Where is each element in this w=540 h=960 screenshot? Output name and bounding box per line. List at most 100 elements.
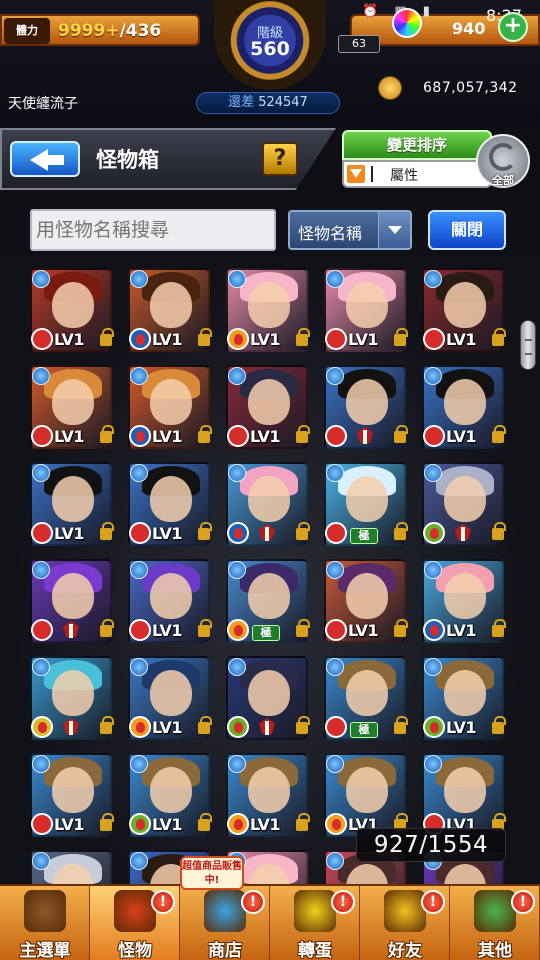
type-icon bbox=[129, 813, 151, 835]
back-arrow-tail bbox=[46, 155, 64, 165]
monster-card[interactable]: 極 bbox=[226, 559, 310, 643]
monster-card[interactable]: LV1 bbox=[226, 268, 310, 352]
monster-card[interactable]: 極 bbox=[324, 656, 408, 740]
level-label: LV1 bbox=[250, 330, 281, 349]
search-type-select[interactable]: 怪物名稱 bbox=[288, 210, 412, 250]
lock-icon bbox=[100, 522, 114, 540]
monster-card[interactable]: LV1 bbox=[128, 753, 212, 837]
level-label: LV1 bbox=[152, 621, 183, 640]
lock-icon bbox=[198, 425, 212, 443]
monster-card[interactable]: LV1 bbox=[324, 268, 408, 352]
nav-label: 主選單 bbox=[19, 941, 71, 960]
chevron-down-icon[interactable] bbox=[378, 212, 410, 248]
monster-card[interactable] bbox=[422, 462, 506, 546]
monster-card[interactable]: LV1 bbox=[422, 656, 506, 740]
type-icon bbox=[325, 813, 347, 835]
portrait-face bbox=[444, 670, 486, 716]
element-icon bbox=[424, 658, 442, 676]
spire-icon bbox=[60, 718, 82, 740]
monster-card[interactable]: LV1 bbox=[30, 462, 114, 546]
player-name: 天使纏流子 bbox=[8, 96, 78, 112]
help-button[interactable]: ? bbox=[262, 142, 298, 176]
monster-card[interactable]: LV1 bbox=[128, 365, 212, 449]
element-icon bbox=[326, 852, 344, 870]
alert-badge-icon: ! bbox=[241, 890, 265, 914]
portrait-face bbox=[444, 476, 486, 522]
nav-item-gacha-egg[interactable]: 轉蛋! bbox=[270, 886, 360, 960]
nav-item-monster[interactable]: 怪物! bbox=[90, 886, 180, 960]
nav-label: 好友 bbox=[388, 941, 422, 960]
lock-icon bbox=[100, 813, 114, 831]
element-icon bbox=[130, 658, 148, 676]
nav-item-main-menu[interactable]: 主選單 bbox=[0, 886, 90, 960]
monster-card[interactable]: LV1 bbox=[128, 656, 212, 740]
monster-card[interactable]: LV1 bbox=[128, 462, 212, 546]
stamina-bar: 體力 9999+/436 bbox=[0, 14, 200, 46]
portrait-face bbox=[346, 379, 388, 425]
refresh-icon bbox=[489, 143, 517, 171]
portrait-face bbox=[150, 767, 192, 813]
gold-coin-icon bbox=[378, 76, 402, 100]
sale-badge: 超值商品販售中! bbox=[180, 856, 244, 890]
monster-card[interactable]: LV1 bbox=[128, 559, 212, 643]
monster-card[interactable]: LV1 bbox=[324, 753, 408, 837]
lock-icon bbox=[492, 328, 506, 346]
search-input[interactable] bbox=[30, 209, 276, 251]
orb-icon bbox=[392, 8, 422, 38]
alert-badge-icon: ! bbox=[151, 890, 175, 914]
element-icon bbox=[32, 270, 50, 288]
monster-card[interactable] bbox=[226, 462, 310, 546]
portrait-face bbox=[346, 282, 388, 328]
nav-item-friends[interactable]: 好友! bbox=[360, 886, 450, 960]
monster-card[interactable]: LV1 bbox=[226, 365, 310, 449]
monster-card[interactable]: LV1 bbox=[226, 753, 310, 837]
add-orb-button[interactable]: + bbox=[498, 12, 528, 42]
nav-item-shop[interactable]: 商店! bbox=[180, 886, 270, 960]
element-icon bbox=[130, 464, 148, 482]
lock-icon bbox=[100, 425, 114, 443]
monster-card[interactable] bbox=[226, 656, 310, 740]
portrait-face bbox=[346, 767, 388, 813]
monster-card[interactable]: 極 bbox=[324, 462, 408, 546]
level-label: LV1 bbox=[54, 427, 85, 446]
level-label: LV1 bbox=[446, 330, 477, 349]
monster-card[interactable]: LV1 bbox=[422, 753, 506, 837]
nav-label: 商店 bbox=[208, 941, 242, 960]
close-button[interactable]: 關閉 bbox=[428, 210, 506, 250]
other-icon bbox=[474, 890, 516, 932]
monster-card[interactable] bbox=[30, 656, 114, 740]
monster-card[interactable] bbox=[324, 365, 408, 449]
monster-card[interactable]: LV1 bbox=[128, 268, 212, 352]
portrait-face bbox=[52, 670, 94, 716]
all-toggle-button[interactable]: 全部 bbox=[476, 134, 530, 188]
portrait-face bbox=[248, 767, 290, 813]
sort-mode-label: 屬性 bbox=[390, 168, 418, 184]
monster-card[interactable]: LV1 bbox=[30, 753, 114, 837]
monster-card[interactable]: LV1 bbox=[324, 559, 408, 643]
lock-icon bbox=[198, 522, 212, 540]
scrollbar-handle[interactable] bbox=[520, 320, 536, 370]
monster-card[interactable] bbox=[30, 559, 114, 643]
monster-card[interactable]: LV1 bbox=[422, 268, 506, 352]
monster-card[interactable]: LV1 bbox=[422, 559, 506, 643]
level-label: LV1 bbox=[446, 621, 477, 640]
spire-icon bbox=[452, 524, 474, 546]
type-icon bbox=[31, 328, 53, 350]
element-icon bbox=[32, 658, 50, 676]
back-button[interactable] bbox=[10, 141, 80, 177]
shop-icon bbox=[204, 890, 246, 932]
monster-card[interactable]: LV1 bbox=[30, 365, 114, 449]
search-row: 怪物名稱 關閉 bbox=[0, 200, 540, 260]
sort-mode[interactable]: 屬性 bbox=[342, 160, 492, 188]
lock-icon bbox=[394, 619, 408, 637]
level-label: LV1 bbox=[348, 330, 379, 349]
type-icon bbox=[129, 619, 151, 641]
goku-badge: 極 bbox=[252, 625, 280, 641]
type-icon bbox=[423, 425, 445, 447]
monster-card[interactable]: LV1 bbox=[30, 268, 114, 352]
rank-orb[interactable]: 階級 560 bbox=[214, 0, 326, 90]
nav-item-other[interactable]: 其他! bbox=[450, 886, 540, 960]
sort-button[interactable]: 變更排序 bbox=[342, 130, 492, 160]
element-icon bbox=[32, 755, 50, 773]
monster-card[interactable]: LV1 bbox=[422, 365, 506, 449]
